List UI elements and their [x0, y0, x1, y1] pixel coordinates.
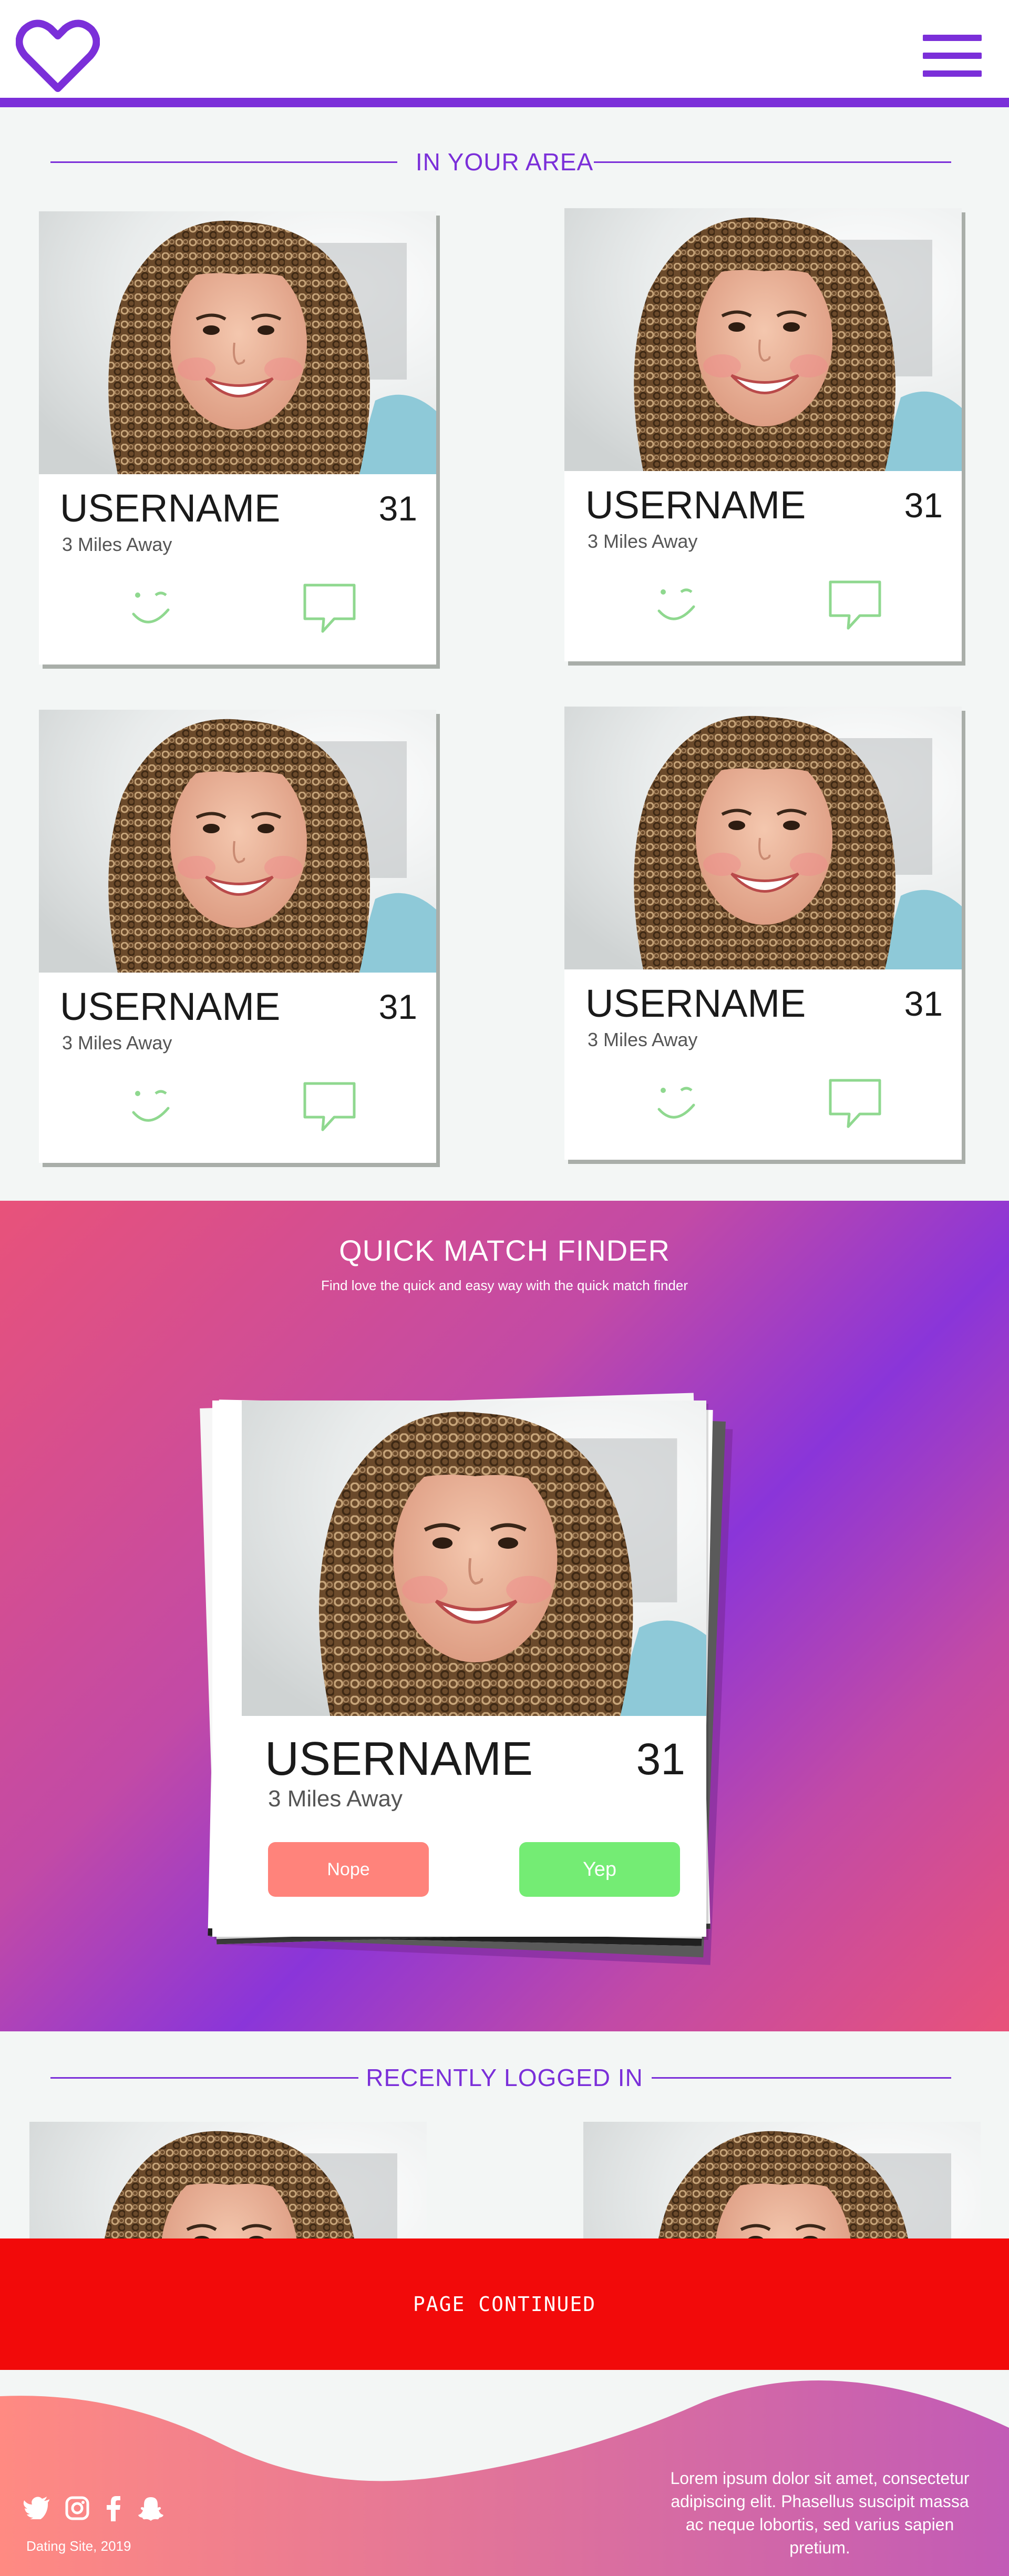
hamburger-menu-icon[interactable]	[923, 35, 982, 77]
age: 31	[904, 486, 943, 525]
heart-outline-icon[interactable]	[16, 19, 100, 94]
age: 31	[378, 489, 417, 528]
footer-text: Lorem ipsum dolor sit amet, consectetur …	[670, 2469, 970, 2557]
site-footer: Dating Site, 2019 Lorem ipsum dolor sit …	[0, 2370, 1009, 2576]
profile-card[interactable]: USERNAME 31 3 Miles Away	[564, 208, 962, 661]
age: 31	[904, 984, 943, 1023]
distance: 3 Miles Away	[62, 1032, 172, 1054]
wink-face-icon[interactable]	[128, 585, 176, 632]
copyright-text: Dating Site, 2019	[26, 2538, 131, 2554]
section-title-in-your-area: IN YOUR AREA	[0, 146, 1009, 178]
match-username: USERNAME	[265, 1733, 533, 1785]
match-age: 31	[636, 1734, 685, 1784]
site-header	[0, 0, 1009, 107]
nope-button[interactable]: Nope	[268, 1842, 429, 1897]
distance: 3 Miles Away	[588, 530, 698, 552]
match-card[interactable]: USERNAME 31 3 Miles Away Nope Yep	[212, 1401, 706, 1937]
wink-face-icon[interactable]	[654, 581, 701, 629]
quick-match-section: QUICK MATCH FINDER Find love the quick a…	[0, 1201, 1009, 2031]
recent-profile-card[interactable]	[29, 2122, 427, 2238]
username: USERNAME	[60, 985, 281, 1028]
profile-card[interactable]: USERNAME 31 3 Miles Away	[39, 211, 436, 665]
profile-card[interactable]: USERNAME 31 3 Miles Away	[39, 710, 436, 1163]
chat-bubble-icon[interactable]	[302, 582, 357, 635]
username: USERNAME	[585, 982, 806, 1025]
quick-match-subtitle: Find love the quick and easy way with th…	[321, 1277, 688, 1293]
chat-bubble-icon[interactable]	[827, 579, 883, 631]
wink-face-icon[interactable]	[128, 1083, 176, 1130]
profile-card[interactable]: USERNAME 31 3 Miles Away	[564, 707, 962, 1160]
profile-photo[interactable]	[564, 707, 962, 969]
distance: 3 Miles Away	[62, 534, 172, 555]
quick-match-title: QUICK MATCH FINDER	[339, 1234, 670, 1267]
recent-profile-card[interactable]	[583, 2122, 981, 2238]
profile-photo[interactable]	[564, 208, 962, 471]
instagram-icon[interactable]	[65, 2496, 89, 2523]
section-title-recently-logged-in: RECENTLY LOGGED IN	[0, 2062, 1009, 2093]
username: USERNAME	[585, 483, 806, 527]
profile-photo[interactable]	[39, 211, 436, 474]
yep-button[interactable]: Yep	[519, 1842, 680, 1897]
profile-photo[interactable]	[39, 710, 436, 973]
wink-face-icon[interactable]	[654, 1080, 701, 1127]
twitter-icon[interactable]	[23, 2496, 50, 2522]
chat-bubble-icon[interactable]	[827, 1077, 883, 1130]
username: USERNAME	[60, 486, 281, 530]
match-distance: 3 Miles Away	[268, 1786, 403, 1812]
facebook-icon[interactable]	[106, 2496, 121, 2524]
age: 31	[378, 987, 417, 1026]
snapchat-icon[interactable]	[138, 2496, 164, 2524]
distance: 3 Miles Away	[588, 1029, 698, 1050]
chat-bubble-icon[interactable]	[302, 1080, 357, 1133]
page-continued-banner: PAGE CONTINUED	[0, 2238, 1009, 2370]
match-photo[interactable]	[242, 1401, 706, 1716]
